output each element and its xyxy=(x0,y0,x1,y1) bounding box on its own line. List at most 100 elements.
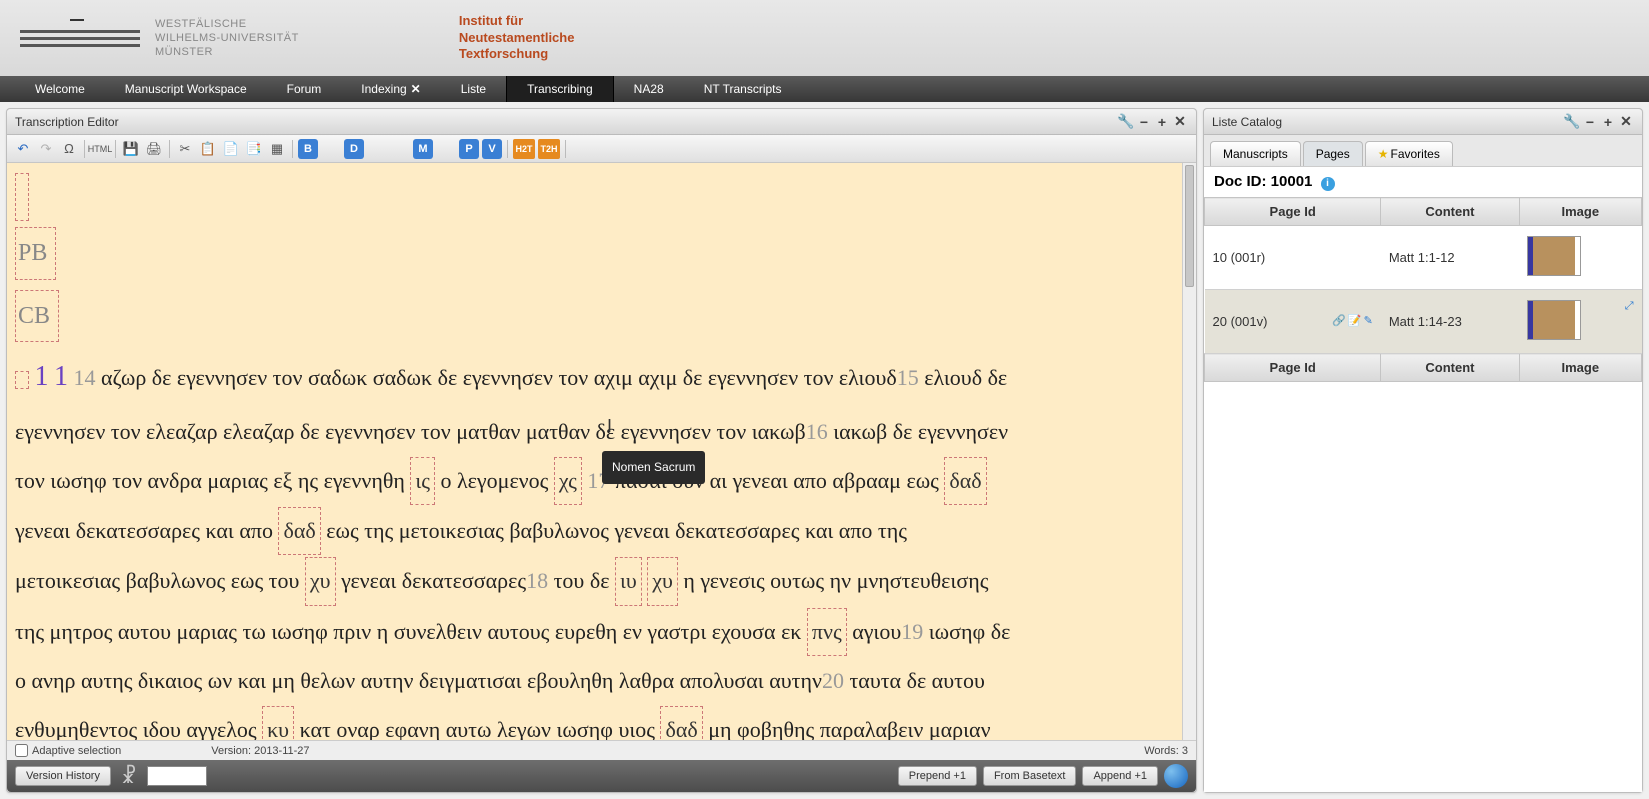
row-action-icons[interactable]: 🔗📝✎ xyxy=(1330,314,1373,327)
line-marker[interactable] xyxy=(15,371,29,389)
minimize-icon[interactable]: − xyxy=(1582,114,1598,130)
transcription-editor[interactable]: PB CB 1 1 14 αζωρ δε εγεννησεν τον σαδωκ… xyxy=(7,163,1182,740)
col-content[interactable]: Content xyxy=(1381,198,1519,226)
column-break-marker[interactable]: CB xyxy=(15,290,59,342)
nav-nt-transcripts[interactable]: NT Transcripts xyxy=(684,76,802,102)
nav-welcome[interactable]: Welcome xyxy=(15,76,105,102)
h2t-button[interactable]: H2T xyxy=(513,139,535,159)
action-bar: Version History ☧ Prepend +1 From Basete… xyxy=(7,760,1196,792)
wrench-icon[interactable]: 🔧 xyxy=(1564,114,1580,130)
col-image[interactable]: Image xyxy=(1519,354,1641,382)
cut-icon[interactable]: ✂ xyxy=(175,139,195,159)
globe-icon[interactable] xyxy=(1164,764,1188,788)
nav-liste[interactable]: Liste xyxy=(441,76,506,102)
o-button[interactable] xyxy=(436,139,456,159)
wrench-icon[interactable]: 🔧 xyxy=(1118,114,1134,130)
chapter-number: 1 xyxy=(54,361,68,392)
b-button[interactable]: B xyxy=(298,139,318,159)
status-bar: Adaptive selection Version: 2013-11-27 W… xyxy=(7,740,1196,760)
version-history-button[interactable]: Version History xyxy=(15,766,111,786)
nomen-sacrum[interactable]: ιυ xyxy=(615,557,642,605)
chi-rho-icon: ☧ xyxy=(121,764,137,789)
panel-title-bar: Liste Catalog 🔧 − + ✕ xyxy=(1204,109,1642,135)
tab-pages[interactable]: Pages xyxy=(1303,141,1363,166)
expand-icon[interactable]: ⤢ xyxy=(1625,300,1634,313)
editor-scrollbar[interactable] xyxy=(1182,163,1196,740)
undo-button[interactable]: ↶ xyxy=(13,139,33,159)
nav-manuscript-workspace[interactable]: Manuscript Workspace xyxy=(105,76,267,102)
v-button[interactable]: V xyxy=(482,139,502,159)
adaptive-selection-label: Adaptive selection xyxy=(32,745,121,757)
nav-forum[interactable]: Forum xyxy=(267,76,342,102)
pages-table-wrap: Page Id Content Image 10 (001r) Matt 1:1… xyxy=(1204,197,1642,792)
university-name: WESTFÄLISCHE WILHELMS-UNIVERSITÄT MÜNSTE… xyxy=(155,17,299,60)
cell-page-id: 20 (001v) 🔗📝✎ xyxy=(1205,290,1381,354)
nomen-sacrum[interactable]: χυ xyxy=(647,557,678,605)
nomen-sacrum[interactable]: χυ xyxy=(305,557,336,605)
manuscript-thumb[interactable] xyxy=(1527,300,1581,340)
html-button[interactable]: HTML xyxy=(90,139,110,159)
paste-icon[interactable]: 📄 xyxy=(221,139,241,159)
omega-button[interactable]: Ω xyxy=(59,139,79,159)
star-icon: ★ xyxy=(1378,147,1389,161)
verse-number: 16 xyxy=(806,419,828,444)
nav-transcribing[interactable]: Transcribing xyxy=(506,76,614,102)
break-marker[interactable] xyxy=(15,173,29,221)
catalog-tabs: Manuscripts Pages ★Favorites xyxy=(1204,135,1642,166)
link-icon: 🔗 xyxy=(1332,315,1346,327)
cell-image xyxy=(1519,226,1641,290)
t2h-button[interactable]: T2H xyxy=(538,139,560,159)
nomen-sacrum[interactable]: δαδ xyxy=(278,507,320,555)
maximize-icon[interactable]: + xyxy=(1154,114,1170,130)
close-icon[interactable]: ✕ xyxy=(1618,114,1634,130)
chapter-number: 1 xyxy=(35,361,49,392)
slot-button[interactable] xyxy=(390,139,410,159)
close-icon[interactable]: ✕ xyxy=(411,82,421,96)
c-button[interactable] xyxy=(321,139,341,159)
nomen-sacrum[interactable]: πνς xyxy=(807,608,847,656)
redo-button[interactable]: ↷ xyxy=(36,139,56,159)
copy-icon[interactable]: 📋 xyxy=(198,139,218,159)
tab-favorites[interactable]: ★Favorites xyxy=(1365,141,1453,166)
action-input[interactable] xyxy=(147,766,207,786)
maximize-icon[interactable]: + xyxy=(1600,114,1616,130)
info-icon[interactable]: i xyxy=(1321,177,1335,191)
paste-special-icon[interactable]: 📑 xyxy=(244,139,264,159)
append-button[interactable]: Append +1 xyxy=(1082,766,1158,786)
close-icon[interactable]: ✕ xyxy=(1172,114,1188,130)
save-icon[interactable]: 💾 xyxy=(121,139,141,159)
col-page-id[interactable]: Page Id xyxy=(1205,354,1381,382)
prepend-button[interactable]: Prepend +1 xyxy=(898,766,977,786)
l-button[interactable] xyxy=(367,139,387,159)
nomen-sacrum[interactable]: δαδ xyxy=(944,457,986,505)
table-row[interactable]: 20 (001v) 🔗📝✎ Matt 1:14-23 ⤢ xyxy=(1205,290,1642,354)
page-break-marker[interactable]: PB xyxy=(15,227,56,279)
minimize-icon[interactable]: − xyxy=(1136,114,1152,130)
select-all-icon[interactable]: ▦ xyxy=(267,139,287,159)
doc-id-row: Doc ID: 10001 i xyxy=(1204,166,1642,197)
col-image[interactable]: Image xyxy=(1519,198,1641,226)
col-content[interactable]: Content xyxy=(1381,354,1519,382)
nomen-sacrum[interactable]: ις xyxy=(410,457,435,505)
tab-manuscripts[interactable]: Manuscripts xyxy=(1210,141,1301,166)
liste-catalog-panel: Liste Catalog 🔧 − + ✕ Manuscripts Pages … xyxy=(1203,108,1643,793)
print-icon[interactable]: 🖨 xyxy=(144,139,164,159)
nomen-sacrum[interactable]: χς xyxy=(554,457,582,505)
adaptive-selection-checkbox[interactable] xyxy=(15,744,28,757)
nomen-sacrum[interactable]: κυ xyxy=(262,706,294,740)
pages-table: Page Id Content Image 10 (001r) Matt 1:1… xyxy=(1204,197,1642,382)
d-button[interactable]: D xyxy=(344,139,364,159)
col-page-id[interactable]: Page Id xyxy=(1205,198,1381,226)
editor-toolbar: ↶ ↷ Ω HTML 💾 🖨 ✂ 📋 📄 📑 ▦ B D M P V H xyxy=(7,135,1196,163)
m-button[interactable]: M xyxy=(413,139,433,159)
panel-title: Liste Catalog xyxy=(1212,115,1562,129)
verse-number: 15 xyxy=(897,365,919,390)
verse-number: 18 xyxy=(526,568,548,593)
nav-indexing[interactable]: Indexing✕ xyxy=(341,76,440,102)
from-basetext-button[interactable]: From Basetext xyxy=(983,766,1077,786)
manuscript-thumb[interactable] xyxy=(1527,236,1581,276)
nomen-sacrum[interactable]: δαδ xyxy=(660,706,702,740)
p-button[interactable]: P xyxy=(459,139,479,159)
nav-na28[interactable]: NA28 xyxy=(614,76,684,102)
table-row[interactable]: 10 (001r) Matt 1:1-12 xyxy=(1205,226,1642,290)
